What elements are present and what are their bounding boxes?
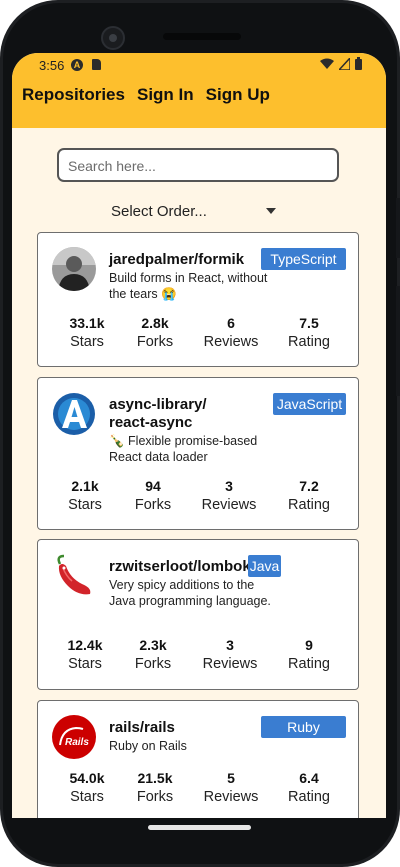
stat-label: Stars bbox=[68, 497, 102, 513]
earpiece-speaker bbox=[163, 33, 241, 40]
status-icons bbox=[320, 57, 362, 70]
phone-frame: 3:56 A Repositories Sign In Sign Up Sear… bbox=[0, 0, 400, 867]
stat-value: 7.2 bbox=[299, 478, 319, 494]
stat-value: 3 bbox=[226, 637, 234, 653]
stat-rating: 6.4 Rating bbox=[274, 770, 344, 805]
stat-value: 3 bbox=[225, 478, 233, 494]
stat-label: Reviews bbox=[203, 334, 259, 350]
language-badge: TypeScript bbox=[261, 248, 346, 270]
repo-stats: 12.4k Stars 2.3k Forks 3 Reviews 9 Ratin… bbox=[38, 637, 360, 677]
repo-name: rzwitserloot/lombok bbox=[109, 558, 251, 575]
app-header: Repositories Sign In Sign Up bbox=[12, 77, 386, 128]
stat-forks: 94 Forks bbox=[118, 478, 188, 513]
stat-label: Forks bbox=[134, 656, 172, 672]
status-bar: 3:56 A bbox=[12, 53, 386, 77]
power-button bbox=[396, 286, 400, 396]
stat-value: 9 bbox=[305, 637, 313, 653]
repo-name: rails/rails bbox=[109, 719, 175, 736]
stat-label: Forks bbox=[136, 789, 174, 805]
nav-repositories[interactable]: Repositories bbox=[22, 85, 125, 105]
repo-card-react-async[interactable]: async-library/ react-async 🍾 Flexible pr… bbox=[37, 377, 359, 530]
nav-sign-up[interactable]: Sign Up bbox=[206, 85, 270, 105]
repo-description: Ruby on Rails bbox=[109, 739, 187, 753]
repo-description: Build forms in React, without the tears … bbox=[109, 271, 268, 301]
repo-stats: 33.1k Stars 2.8k Forks 6 Reviews 7.5 Rat… bbox=[38, 315, 360, 355]
stat-label: Reviews bbox=[203, 789, 259, 805]
repo-name-line1: async-library/ bbox=[109, 396, 207, 413]
repo-card-rails[interactable]: Rails rails/rails Ruby on Rails Ruby 54.… bbox=[37, 700, 359, 818]
repo-card-lombok[interactable]: rzwitserloot/lombok Very spicy additions… bbox=[37, 539, 359, 690]
stat-stars: 54.0k Stars bbox=[52, 770, 122, 805]
repo-name: jaredpalmer/formik bbox=[109, 251, 245, 268]
stat-value: 12.4k bbox=[67, 637, 103, 653]
stat-reviews: 6 Reviews bbox=[196, 315, 266, 350]
volume-button bbox=[396, 198, 400, 258]
wifi-icon bbox=[320, 58, 334, 69]
repo-stats: 2.1k Stars 94 Forks 3 Reviews 7.2 Rating bbox=[38, 478, 360, 518]
battery-icon bbox=[355, 57, 362, 70]
stat-label: Stars bbox=[70, 334, 104, 350]
stat-forks: 21.5k Forks bbox=[120, 770, 190, 805]
signal-icon bbox=[339, 57, 350, 70]
stat-label: Stars bbox=[70, 789, 104, 805]
nav-sign-in[interactable]: Sign In bbox=[137, 85, 194, 105]
stat-value: 6.4 bbox=[299, 770, 319, 786]
language-badge: JavaScript bbox=[273, 393, 346, 415]
stat-value: 21.5k bbox=[137, 770, 173, 786]
stat-label: Rating bbox=[288, 789, 330, 805]
stat-value: 2.3k bbox=[139, 637, 167, 653]
stat-label: Reviews bbox=[201, 497, 257, 513]
letter-a-logo-icon bbox=[53, 393, 95, 435]
stat-value: 2.8k bbox=[141, 315, 169, 331]
stat-value: 5 bbox=[227, 770, 235, 786]
order-select[interactable]: Select Order... bbox=[111, 203, 281, 225]
stat-value: 33.1k bbox=[69, 315, 105, 331]
status-time: 3:56 bbox=[39, 58, 65, 73]
repo-description: Very spicy additions to the Java program… bbox=[109, 578, 271, 608]
search-input[interactable] bbox=[66, 151, 330, 181]
notification-a-icon: A bbox=[71, 59, 83, 71]
search-box bbox=[57, 148, 339, 182]
top-nav: Repositories Sign In Sign Up bbox=[22, 85, 270, 105]
stat-reviews: 3 Reviews bbox=[195, 637, 265, 672]
repo-name-line2: react-async bbox=[109, 414, 193, 431]
language-badge: Java bbox=[248, 555, 281, 577]
stat-value: 54.0k bbox=[69, 770, 105, 786]
stat-label: Rating bbox=[288, 656, 330, 672]
stat-label: Rating bbox=[288, 334, 330, 350]
svg-text:Rails: Rails bbox=[65, 737, 89, 748]
stat-value: 94 bbox=[145, 478, 161, 494]
stat-stars: 12.4k Stars bbox=[50, 637, 120, 672]
stat-rating: 7.2 Rating bbox=[274, 478, 344, 513]
repo-description: 🍾 Flexible promise-based React data load… bbox=[109, 434, 258, 464]
front-camera bbox=[101, 26, 125, 50]
stat-stars: 33.1k Stars bbox=[52, 315, 122, 350]
chili-pepper-icon bbox=[57, 554, 91, 595]
stat-rating: 7.5 Rating bbox=[274, 315, 344, 350]
stat-label: Forks bbox=[136, 334, 174, 350]
stat-value: 2.1k bbox=[71, 478, 99, 494]
person-photo-icon bbox=[52, 247, 96, 291]
stat-label: Rating bbox=[288, 497, 330, 513]
sd-card-icon bbox=[92, 59, 101, 70]
stat-reviews: 5 Reviews bbox=[196, 770, 266, 805]
order-select-label: Select Order... bbox=[111, 203, 207, 220]
stat-rating: 9 Rating bbox=[274, 637, 344, 672]
app-screen: 3:56 A Repositories Sign In Sign Up Sear… bbox=[12, 53, 386, 818]
stat-forks: 2.8k Forks bbox=[120, 315, 190, 350]
stat-forks: 2.3k Forks bbox=[118, 637, 188, 672]
stat-label: Forks bbox=[134, 497, 172, 513]
rails-logo-icon: Rails bbox=[52, 715, 96, 759]
stat-label: Reviews bbox=[202, 656, 258, 672]
dropdown-caret-icon bbox=[266, 208, 276, 214]
home-indicator[interactable] bbox=[148, 825, 251, 830]
repo-stats: 54.0k Stars 21.5k Forks 5 Reviews 6.4 Ra… bbox=[38, 770, 360, 810]
stat-value: 7.5 bbox=[299, 315, 319, 331]
stat-value: 6 bbox=[227, 315, 235, 331]
stat-reviews: 3 Reviews bbox=[194, 478, 264, 513]
stat-label: Stars bbox=[68, 656, 102, 672]
language-badge: Ruby bbox=[261, 716, 346, 738]
repo-card-formik[interactable]: jaredpalmer/formik Build forms in React,… bbox=[37, 232, 359, 367]
stat-stars: 2.1k Stars bbox=[50, 478, 120, 513]
